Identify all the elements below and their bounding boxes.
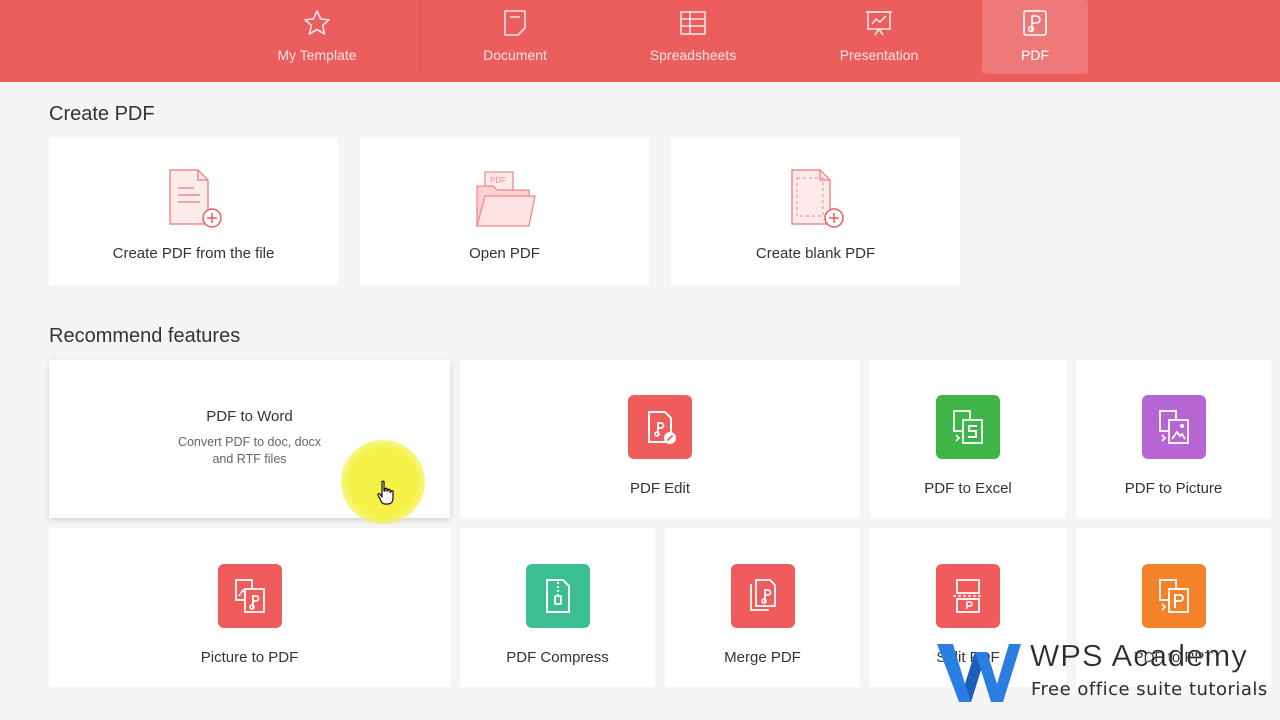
card-label: Picture to PDF [200, 649, 299, 666]
document-icon [504, 10, 526, 36]
pdf-edit-icon [628, 395, 692, 459]
pdf-to-excel-card[interactable]: PDF to Excel [870, 360, 1066, 518]
merge-pdf-icon [730, 564, 795, 628]
presentation-icon [866, 11, 892, 36]
pdf-to-picture-card[interactable]: PDF to Picture [1076, 360, 1271, 518]
split-pdf-icon [936, 564, 1000, 628]
tab-my-template[interactable]: My Template [262, 0, 372, 74]
tab-pdf[interactable]: PDF [982, 0, 1088, 74]
folder-pdf-icon: PDF [475, 171, 536, 227]
create-blank-pdf-card[interactable]: Create blank PDF [671, 138, 960, 285]
card-label: PDF to Excel [924, 480, 1012, 497]
open-pdf-card[interactable]: PDF Open PDF [360, 138, 649, 285]
card-label: Create blank PDF [755, 245, 876, 262]
tab-divider [420, 0, 421, 72]
card-label: Open PDF [469, 245, 540, 262]
tab-presentation[interactable]: Presentation [829, 0, 929, 74]
pdf-compress-icon [525, 564, 590, 628]
wps-logo-icon [937, 644, 1021, 702]
watermark-subtitle: Free office suite tutorials [1031, 679, 1268, 700]
card-label: PDF to Picture [1124, 480, 1223, 497]
pdf-icon [1023, 10, 1047, 36]
card-title: PDF to Word [206, 408, 293, 425]
pdf-edit-card[interactable]: PDF Edit [460, 360, 860, 518]
tab-label: My Template [277, 47, 357, 63]
pdf-compress-card[interactable]: PDF Compress [460, 528, 655, 687]
top-nav-bar: My Template Document Spreadsheets Presen… [0, 0, 1280, 82]
pdf-to-picture-icon [1141, 395, 1206, 459]
recommend-features-heading: Recommend features [49, 325, 241, 347]
merge-pdf-card[interactable]: Merge PDF [665, 528, 860, 687]
card-label: PDF Edit [629, 480, 690, 497]
tab-label: Presentation [839, 47, 919, 63]
card-label: Merge PDF [724, 649, 801, 666]
tab-label: Document [483, 47, 547, 63]
svg-text:PDF: PDF [490, 176, 506, 185]
wps-academy-watermark: WPS Academy Free office suite tutorials [935, 638, 1268, 708]
watermark-title: WPS Academy [1030, 638, 1248, 673]
file-add-icon [168, 169, 222, 228]
hand-cursor-icon [377, 480, 394, 505]
picture-to-pdf-icon [217, 564, 282, 628]
tab-label: Spreadsheets [649, 47, 737, 63]
tab-document[interactable]: Document [465, 0, 565, 74]
star-icon [304, 10, 330, 35]
create-pdf-from-file-card[interactable]: Create PDF from the file [49, 138, 338, 285]
tab-spreadsheets[interactable]: Spreadsheets [643, 0, 743, 74]
picture-to-pdf-card[interactable]: Picture to PDF [49, 528, 450, 687]
pdf-to-excel-icon [936, 395, 1000, 459]
card-label: Create PDF from the file [112, 245, 275, 262]
create-pdf-heading: Create PDF [49, 103, 155, 125]
blank-page-add-icon [790, 169, 844, 228]
tab-label: PDF [1021, 47, 1049, 63]
pdf-to-ppt-icon [1141, 564, 1206, 628]
spreadsheet-icon [680, 11, 706, 35]
card-label: PDF Compress [506, 649, 609, 666]
